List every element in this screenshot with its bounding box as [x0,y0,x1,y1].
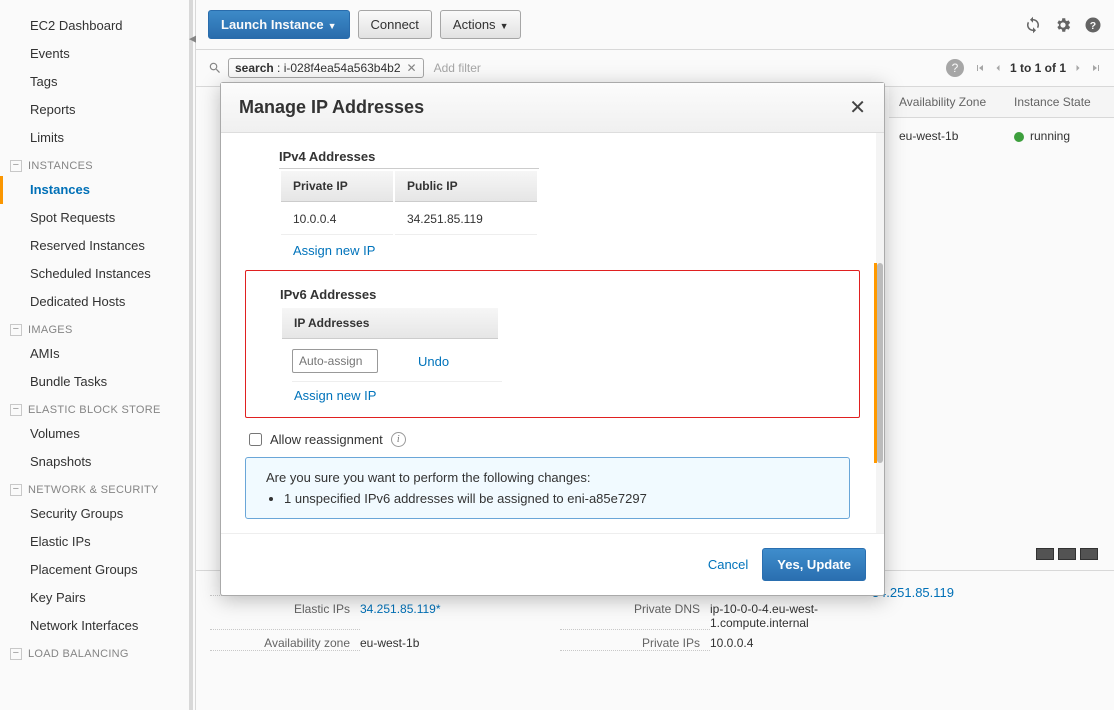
info-icon[interactable]: i [391,432,406,447]
ipv4-section-title: IPv4 Addresses [279,149,860,164]
assign-new-ipv4-link[interactable]: Assign new IP [293,243,375,258]
cancel-button[interactable]: Cancel [708,557,748,572]
close-icon[interactable]: ✕ [849,98,866,118]
yes-update-button[interactable]: Yes, Update [762,548,866,581]
allow-reassignment-checkbox[interactable] [249,433,262,446]
table-row: 10.0.0.434.251.85.119 [281,204,537,235]
allow-reassignment-label: Allow reassignment [270,432,383,447]
ipv6-auto-assign-input[interactable] [292,349,378,373]
assign-new-ipv6-link[interactable]: Assign new IP [294,388,376,403]
modal-footer: Cancel Yes, Update [221,533,884,595]
ipv6-section-title: IPv6 Addresses [280,287,849,302]
manage-ip-modal: Manage IP Addresses ✕ IPv4 Addresses Pri… [220,82,885,596]
scrollbar-thumb[interactable] [877,263,883,463]
modal-header: Manage IP Addresses ✕ [221,83,884,133]
ipv6-table: IP Addresses [280,306,500,341]
ipv6-highlight-box: IPv6 Addresses IP Addresses Undo Assign … [245,270,860,418]
undo-link[interactable]: Undo [418,354,449,369]
modal-scrollbar[interactable] [876,133,884,533]
modal-title: Manage IP Addresses [239,97,424,118]
ipv4-table: Private IPPublic IP 10.0.0.434.251.85.11… [279,168,539,237]
confirmation-box: Are you sure you want to perform the fol… [245,457,850,519]
